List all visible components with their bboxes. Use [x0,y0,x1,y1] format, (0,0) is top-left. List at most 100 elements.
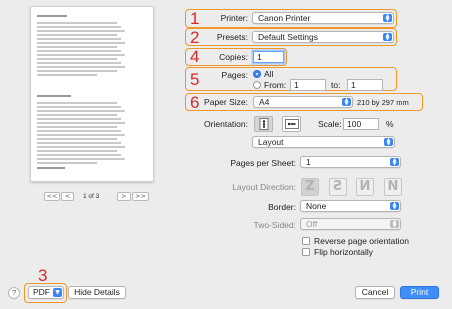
portrait-orientation-button[interactable] [254,116,273,132]
help-button[interactable]: ? [8,287,20,299]
border-select[interactable]: None ▲ ▼ [300,200,401,212]
two-sided-select: Off ▲ ▼ [300,218,401,230]
preview-text-line [37,70,117,72]
preview-text-line [37,38,121,40]
presets-label: Presets: [216,32,248,42]
layout-direction-reverse-n-icon: N [384,178,402,196]
landscape-orientation-button[interactable] [282,116,301,132]
preview-text-line [37,102,117,104]
preview-text-line [37,130,121,132]
two-sided-value: Off [306,219,318,229]
copies-label: Copies: [219,52,248,62]
preview-text-line [37,146,125,148]
border-select-value: None [306,201,327,211]
preview-text-line [37,114,117,116]
preview-text-line [37,167,65,169]
preview-text-line [37,150,117,152]
previous-page-button[interactable]: < [61,191,74,201]
chevron-updown-icon: ▲ ▼ [384,138,393,147]
chevron-updown-icon: ▲ ▼ [390,202,399,211]
preview-text-line [37,34,117,36]
preview-text-line [37,50,121,52]
paper-size-label: Paper Size: [204,97,248,107]
preview-text-line [37,106,121,108]
pages-to-input[interactable]: 1 [347,79,383,91]
chevron-updown-icon: ▲ ▼ [390,220,399,229]
preview-text-line [37,42,125,44]
pages-all-radio[interactable] [253,70,261,78]
settings-section-value: Layout [258,137,284,147]
layout-direction-reverse-z-icon: Ƨ [329,178,347,196]
pages-per-sheet-label: Pages per Sheet: [230,158,296,168]
preview-text-line [37,26,121,28]
preview-text-line [37,58,117,60]
preview-text-line [37,138,117,140]
flip-horizontally-checkbox[interactable] [302,248,310,256]
preview-text-line [37,62,121,64]
orientation-label: Orientation: [204,119,248,129]
preview-text-line [37,142,121,144]
preview-text-line [37,46,117,48]
landscape-icon [284,119,299,129]
printer-label: Printer: [220,13,248,23]
portrait-icon [259,118,268,130]
pages-range-radio[interactable] [253,81,261,89]
page-indicator: 1 of 3 [83,192,100,200]
pages-from-label: From: [264,80,287,90]
paper-size-select[interactable]: A4 ▲ ▼ [253,96,353,108]
preview-text-line [37,158,125,160]
chevron-updown-icon: ▲ ▼ [390,158,399,167]
scale-unit: % [386,119,394,129]
preview-text-line [37,15,67,17]
layout-direction-z-icon: Z [301,178,319,196]
first-page-button[interactable]: << [44,191,60,201]
pages-per-sheet-value: 1 [306,157,311,167]
printer-select[interactable]: Canon Printer ▲ ▼ [252,12,394,24]
border-label: Border: [268,202,296,212]
preview-text-line [37,95,71,97]
two-sided-label: Two-Sided: [253,220,296,230]
print-button[interactable]: Print [400,286,439,299]
preview-text-line [37,118,121,120]
preview-text-line [37,54,125,56]
layout-direction-n-icon: И [356,178,374,196]
preview-text-line [37,110,125,112]
chevron-updown-icon: ▲ ▼ [342,98,351,107]
pdf-label: PDF [33,287,50,297]
chevron-down-icon: ▼ [53,288,62,297]
chevron-updown-icon: ▲ ▼ [383,14,392,23]
annotation-number-3: 3 [38,266,48,285]
preview-text-line [37,134,125,136]
preview-text-line [37,22,117,24]
reverse-orientation-label: Reverse page orientation [314,236,409,246]
preview-text-line [37,66,125,68]
scale-label: Scale: [318,119,342,129]
flip-horizontally-label: Flip horizontally [314,247,374,257]
preview-text-line [37,122,125,124]
page-navigation: << < 1 of 3 > >> [44,191,149,201]
chevron-updown-icon: ▲ ▼ [383,33,392,42]
presets-select[interactable]: Default Settings ▲ ▼ [252,31,394,43]
copies-input[interactable]: 1 [253,51,284,63]
last-page-button[interactable]: >> [132,191,149,201]
preview-text-line [37,162,97,164]
reverse-orientation-checkbox[interactable] [302,237,310,245]
settings-section-select[interactable]: Layout ▲ ▼ [252,136,395,148]
presets-select-value: Default Settings [258,32,319,42]
paper-size-dimensions: 210 by 297 mm [357,98,409,107]
next-page-button[interactable]: > [117,191,131,201]
hide-details-button[interactable]: Hide Details [68,286,126,299]
preview-text-line [37,154,121,156]
scale-input[interactable]: 100 [343,118,379,130]
pages-to-label: to: [331,80,341,90]
page-preview [30,6,154,182]
paper-size-select-value: A4 [259,97,270,107]
preview-text-line [37,74,97,76]
pages-from-input[interactable]: 1 [290,79,326,91]
pdf-menu-button[interactable]: PDF ▼ [28,286,64,299]
layout-direction-label: Layout Direction: [232,182,296,192]
printer-select-value: Canon Printer [258,13,311,23]
pages-per-sheet-select[interactable]: 1 ▲ ▼ [300,156,401,168]
cancel-button[interactable]: Cancel [355,286,395,299]
pages-label: Pages: [221,70,248,80]
